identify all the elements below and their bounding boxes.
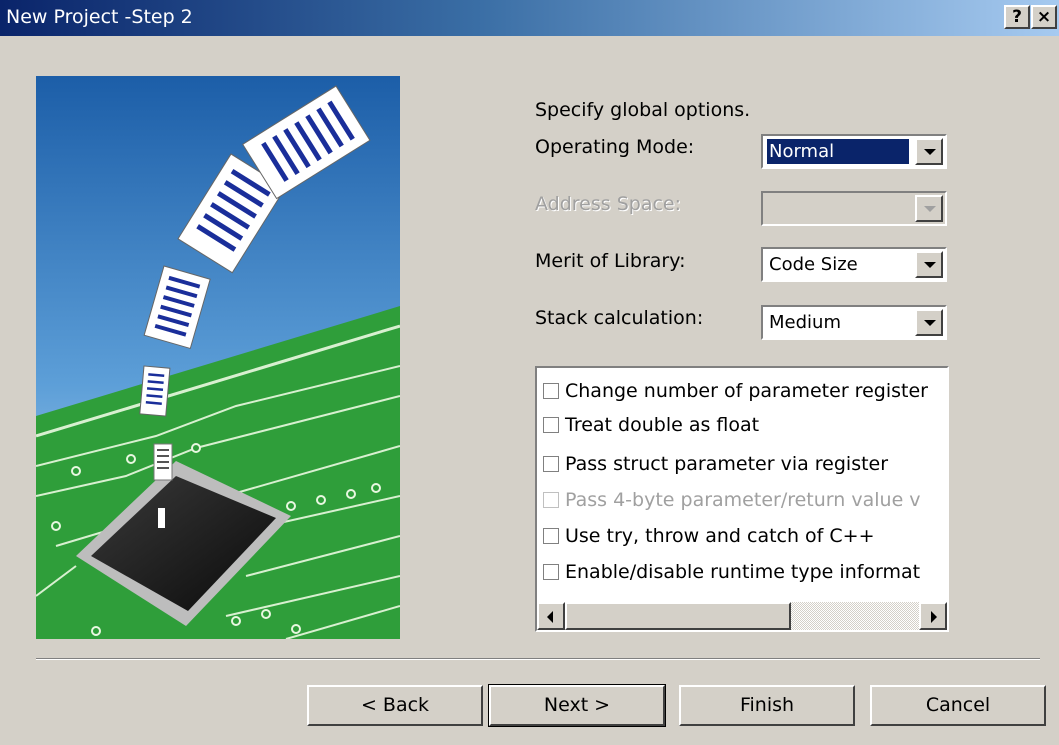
address-space-combo[interactable] — [761, 191, 947, 226]
checkbox[interactable] — [543, 383, 559, 399]
title-bar[interactable]: New Project -Step 2 ? × — [0, 0, 1059, 36]
window-title: New Project -Step 2 — [6, 6, 193, 28]
merit-of-library-label: Merit of Library: — [535, 250, 686, 272]
merit-of-library-value: Code Size — [769, 254, 858, 275]
finish-button[interactable]: Finish — [679, 685, 855, 726]
operating-mode-label: Operating Mode: — [535, 136, 695, 158]
stack-calculation-combo[interactable]: Medium — [761, 305, 947, 340]
next-button[interactable]: Next > — [488, 684, 666, 727]
help-button[interactable]: ? — [1004, 5, 1030, 29]
checklist-item-label: Pass 4-byte parameter/return value v — [565, 489, 921, 511]
checkbox — [543, 492, 559, 508]
merit-of-library-combo[interactable]: Code Size — [761, 247, 947, 282]
wizard-illustration — [36, 76, 400, 639]
divider — [36, 658, 1040, 660]
scrollbar-thumb[interactable] — [565, 602, 791, 630]
checklist-item-label: Treat double as float — [565, 414, 760, 436]
horizontal-scrollbar[interactable] — [537, 602, 947, 630]
scroll-right-icon[interactable] — [919, 602, 947, 630]
operating-mode-combo[interactable]: Normal — [761, 134, 947, 169]
new-project-dialog: New Project -Step 2 ? × Specify global o… — [0, 0, 1059, 745]
chevron-down-icon[interactable] — [915, 309, 943, 336]
cancel-button[interactable]: Cancel — [870, 685, 1046, 726]
checklist-item-label: Use try, throw and catch of C++ — [565, 525, 875, 547]
options-checklist[interactable]: Change number of parameter register Trea… — [535, 366, 949, 632]
chevron-down-icon[interactable] — [915, 138, 943, 165]
back-button[interactable]: < Back — [307, 685, 483, 726]
options-heading: Specify global options. — [535, 99, 751, 121]
chevron-down-icon[interactable] — [915, 195, 943, 222]
checklist-item-label: Pass struct parameter via register — [565, 453, 889, 475]
stack-calculation-value: Medium — [769, 312, 841, 333]
scroll-left-icon[interactable] — [537, 602, 565, 630]
stack-calculation-label: Stack calculation: — [535, 307, 704, 329]
checklist-item-label: Enable/disable runtime type informat — [565, 561, 921, 583]
checklist-item-label: Change number of parameter register — [565, 380, 928, 402]
checkbox[interactable] — [543, 564, 559, 580]
operating-mode-value: Normal — [766, 138, 910, 165]
checkbox[interactable] — [543, 456, 559, 472]
close-button[interactable]: × — [1031, 5, 1057, 29]
address-space-label: Address Space: — [535, 193, 682, 215]
checkbox[interactable] — [543, 528, 559, 544]
chevron-down-icon[interactable] — [915, 251, 943, 278]
checkbox[interactable] — [543, 417, 559, 433]
